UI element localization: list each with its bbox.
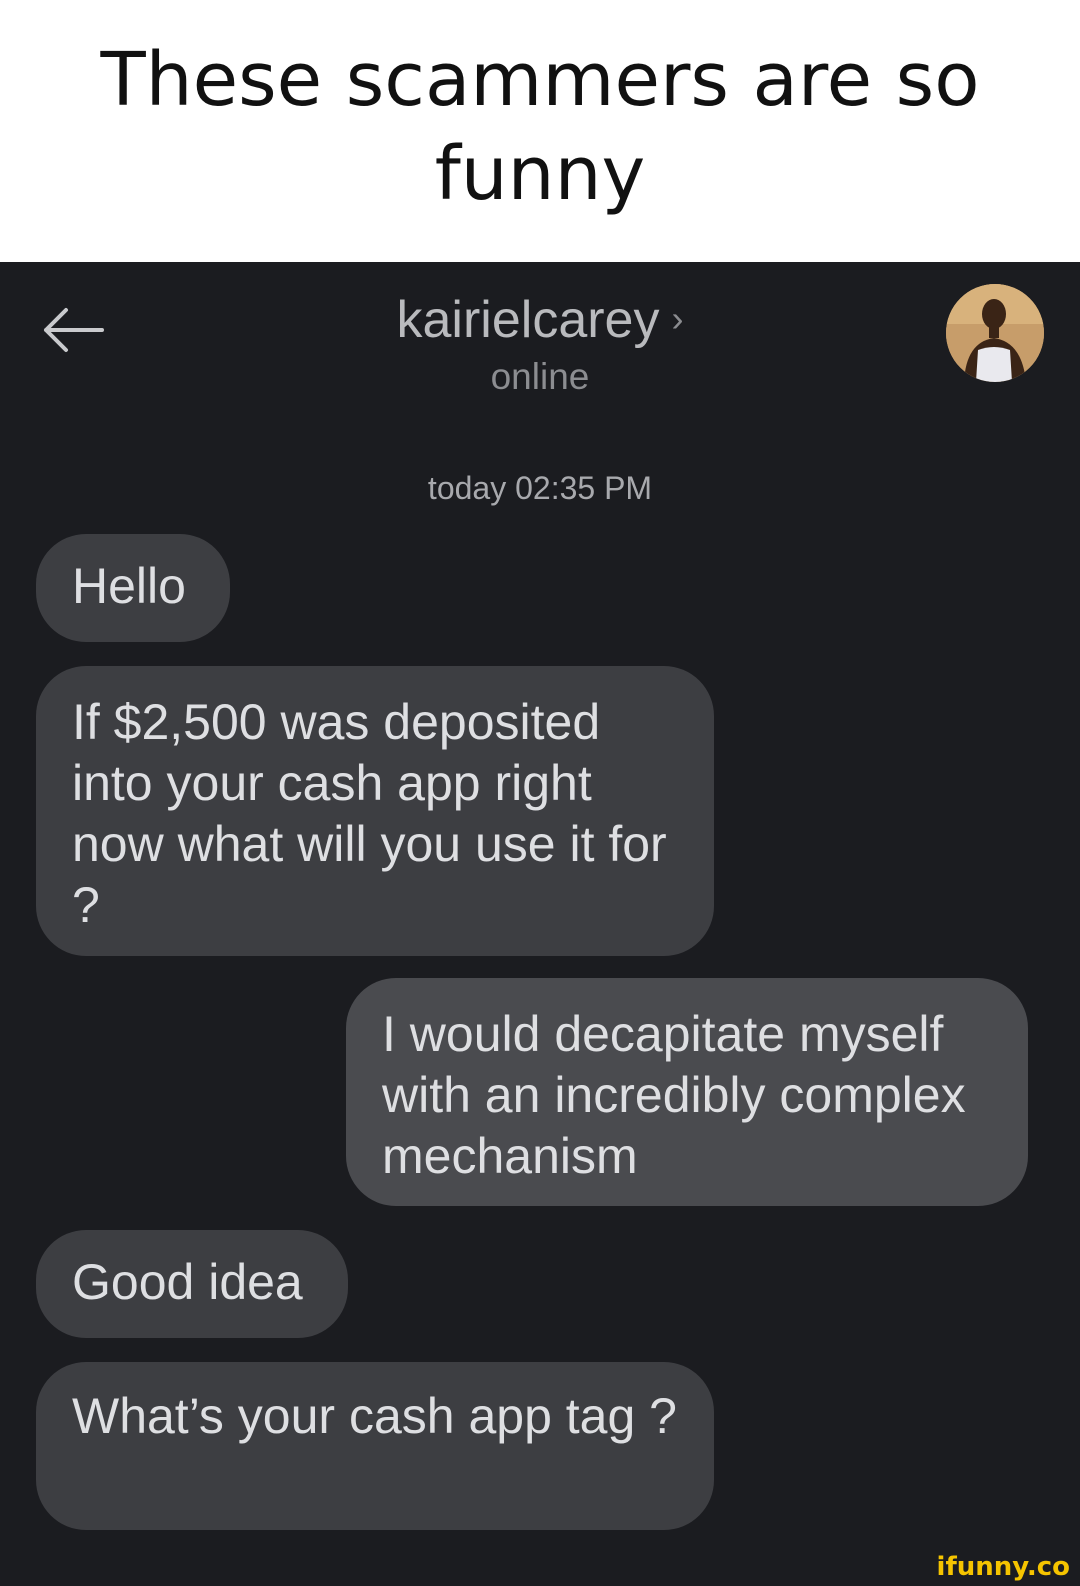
conversation-timestamp: today 02:35 PM	[427, 470, 653, 506]
message-text: If $2,500 was deposited into your cash a…	[72, 694, 667, 933]
message-text: Good idea	[72, 1254, 303, 1310]
message-bubble-incoming[interactable]: Good idea	[36, 1230, 348, 1338]
message-bubble-outgoing[interactable]: I would decapitate myself with an incred…	[346, 978, 1028, 1206]
ifunny-watermark: ifunny.co	[936, 1552, 1070, 1582]
caption-text: These scammers are so funny	[100, 37, 980, 217]
message-text: What’s your cash app tag ?	[72, 1388, 677, 1444]
chat-screen: kairielcarey › online today 02:35 PM Hell…	[0, 262, 1080, 1586]
message-bubble-incoming[interactable]: If $2,500 was deposited into your cash a…	[36, 666, 714, 956]
message-text: Hello	[72, 558, 186, 614]
contact-avatar-image	[946, 284, 1044, 382]
message-bubble-incoming[interactable]: Hello	[36, 534, 230, 642]
message-text: I would decapitate myself with an incred…	[382, 1006, 966, 1184]
message-bubble-incoming[interactable]: What’s your cash app tag ?	[36, 1362, 714, 1530]
meme-caption: These scammers are so funny	[0, 0, 1080, 262]
contact-name: kairielcarey	[396, 291, 660, 349]
contact-status: online	[490, 356, 590, 397]
avatar[interactable]	[946, 284, 1044, 382]
chevron-right-icon: ›	[671, 298, 684, 339]
contact-name-link[interactable]: kairielcarey ›	[0, 290, 1080, 350]
